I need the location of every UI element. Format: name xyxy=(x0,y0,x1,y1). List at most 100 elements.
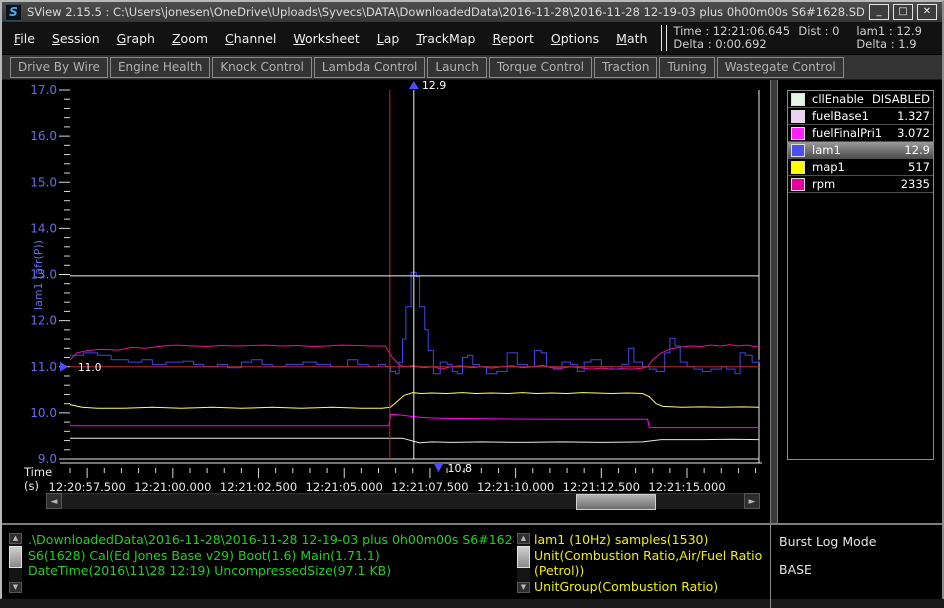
legend-row-fuelFinalPri1[interactable]: fuelFinalPri13.072 xyxy=(788,125,933,142)
svg-text:12:20:57.500: 12:20:57.500 xyxy=(49,480,126,492)
menu-options[interactable]: Options xyxy=(551,31,599,46)
menu-math[interactable]: Math xyxy=(616,31,647,46)
legend-row-map1[interactable]: map1517 xyxy=(788,159,933,176)
cursor-info-panel: Time : 12:21:06.645 Dist : 0 lam1 : 12.9… xyxy=(673,22,942,54)
tab-knock-control[interactable]: Knock Control xyxy=(212,57,312,78)
scroll-up-arrow-icon[interactable]: ▲ xyxy=(9,533,22,544)
tab-engine-health[interactable]: Engine Health xyxy=(110,57,210,78)
scrollbar-thumb[interactable] xyxy=(576,494,656,510)
menu-file[interactable]: File xyxy=(14,31,35,46)
svg-text:12:21:07.500: 12:21:07.500 xyxy=(391,480,468,492)
graph-plot-area[interactable]: 9.010.011.012.013.014.015.016.017.0lam1 … xyxy=(2,80,770,492)
window-title: SView 2.15.5 : C:\Users\jonesen\OneDrive… xyxy=(27,5,864,19)
scrollbar-thumb[interactable] xyxy=(517,546,530,568)
trace-lam1 xyxy=(70,272,759,374)
legend-row-rpm[interactable]: rpm2335 xyxy=(788,176,933,193)
cursor-dist-readout: Dist : 0 xyxy=(798,25,856,38)
worksheet-tab-bar: Drive By WireEngine HealthKnock ControlL… xyxy=(2,55,942,80)
top-cursor-marker-icon xyxy=(409,81,419,89)
svg-text:11.0: 11.0 xyxy=(78,362,101,374)
scroll-down-arrow-icon[interactable]: ▼ xyxy=(517,582,530,593)
menu-session[interactable]: Session xyxy=(52,31,100,46)
scroll-left-arrow-icon[interactable]: ◄ xyxy=(46,493,62,509)
menu-report[interactable]: Report xyxy=(492,31,533,46)
channel-value: DISABLED xyxy=(872,92,930,106)
svg-text:12:21:10.000: 12:21:10.000 xyxy=(477,480,554,492)
legend-row-cllEnable[interactable]: cllEnableDISABLED xyxy=(788,91,933,108)
menu-lap[interactable]: Lap xyxy=(377,31,400,46)
scroll-right-arrow-icon[interactable]: ► xyxy=(744,493,760,509)
bottom-cursor-marker-icon xyxy=(433,463,443,472)
svg-text:12:21:12.500: 12:21:12.500 xyxy=(563,480,640,492)
channel-info-scrollbar: ▲ ▼ xyxy=(517,533,530,593)
channel-name: map1 xyxy=(812,160,908,174)
channel-color-swatch xyxy=(791,93,805,106)
svg-text:10.0: 10.0 xyxy=(30,406,57,420)
trace-rpm xyxy=(70,345,759,370)
panel-splitter[interactable] xyxy=(770,80,778,523)
svg-text:12:21:02.500: 12:21:02.500 xyxy=(220,480,297,492)
left-cursor-marker-icon xyxy=(60,362,68,372)
sview-window: S SView 2.15.5 : C:\Users\jonesen\OneDri… xyxy=(0,0,944,599)
trace-cllEnable xyxy=(70,438,759,443)
tab-launch[interactable]: Launch xyxy=(427,57,486,78)
log-mode-panel: Burst Log Mode BASE xyxy=(770,525,942,608)
svg-text:11.0: 11.0 xyxy=(30,360,57,374)
svg-text:12:21:00.000: 12:21:00.000 xyxy=(134,480,211,492)
chart-horizontal-scrollbar: ◄ ► xyxy=(46,493,760,509)
svg-text:14.0: 14.0 xyxy=(30,221,57,235)
minimize-button[interactable]: _ xyxy=(869,4,889,20)
menu-graph[interactable]: Graph xyxy=(117,31,155,46)
legend-row-fuelBase1[interactable]: fuelBase11.327 xyxy=(788,108,933,125)
svg-text:12.0: 12.0 xyxy=(30,314,57,328)
file-info-panel: ▲ ▼ .\DownloadedData\2016-11-28\2016-11-… xyxy=(2,525,514,599)
channel-value: 1.327 xyxy=(897,109,930,123)
svg-text:(s): (s) xyxy=(24,479,39,492)
menu-bar: File Session Graph Zoom Channel Worksheet Lap T… xyxy=(2,22,942,55)
chart-panel: 9.010.011.012.013.014.015.016.017.0lam1 … xyxy=(2,80,770,523)
svg-text:lam1 (afr(P)): lam1 (afr(P)) xyxy=(32,240,45,310)
close-button[interactable]: ✕ xyxy=(917,4,937,20)
footer-area: ▲ ▼ .\DownloadedData\2016-11-28\2016-11-… xyxy=(2,523,942,599)
channel-info-text: lam1 (10Hz) samples(1530)Unit(Combustion… xyxy=(534,532,768,594)
scrollbar-track[interactable] xyxy=(62,493,744,509)
tab-torque-control[interactable]: Torque Control xyxy=(489,57,592,78)
svg-text:16.0: 16.0 xyxy=(30,129,57,143)
info-line: DateTime(2016\11\28 12:19) UncompressedS… xyxy=(28,563,512,579)
menu-zoom[interactable]: Zoom xyxy=(172,31,208,46)
channel-value: 12.9 xyxy=(904,143,930,157)
channel-value: 2335 xyxy=(901,177,930,191)
channel-info-panel: ▲ ▼ lam1 (10Hz) samples(1530)Unit(Combus… xyxy=(514,525,770,599)
log-mode-title: Burst Log Mode xyxy=(779,534,942,549)
menu-trackmap[interactable]: TrackMap xyxy=(416,31,475,46)
tab-traction[interactable]: Traction xyxy=(594,57,657,78)
tab-lambda-control[interactable]: Lambda Control xyxy=(314,57,426,78)
info-line: Unit(Combustion Ratio,Air/Fuel Ratio xyxy=(534,548,768,564)
menu-separator xyxy=(661,25,667,51)
tab-wastegate-control[interactable]: Wastegate Control xyxy=(717,57,844,78)
info-line: UnitGroup(Combustion Ratio) xyxy=(534,579,768,595)
channel-color-swatch xyxy=(791,161,805,174)
scroll-down-arrow-icon[interactable]: ▼ xyxy=(9,582,22,593)
tab-tuning[interactable]: Tuning xyxy=(659,57,714,78)
maximize-button[interactable]: □ xyxy=(893,4,913,20)
tab-drive-by-wire[interactable]: Drive By Wire xyxy=(10,57,108,78)
scroll-up-arrow-icon[interactable]: ▲ xyxy=(517,533,530,544)
svg-text:15.0: 15.0 xyxy=(30,175,57,189)
legend-row-lam1[interactable]: lam112.9 xyxy=(788,142,933,159)
trace-fuelFinalPri1 xyxy=(70,414,759,427)
info-line: S6(1628) Cal(Ed Jones Base v29) Boot(1.6… xyxy=(28,548,512,564)
channel-color-swatch xyxy=(791,144,805,157)
channel-name: lam1 xyxy=(812,143,904,157)
channel-name: fuelFinalPri1 xyxy=(812,126,897,140)
cursor-delta-value-readout: Delta : 1.9 xyxy=(856,38,916,51)
file-info-text: .\DownloadedData\2016-11-28\2016-11-28 1… xyxy=(28,532,512,579)
channel-color-swatch xyxy=(791,178,805,191)
menu-worksheet[interactable]: Worksheet xyxy=(293,31,359,46)
menu-channel[interactable]: Channel xyxy=(225,31,276,46)
scrollbar-thumb[interactable] xyxy=(9,546,22,568)
main-area: 9.010.011.012.013.014.015.016.017.0lam1 … xyxy=(2,80,942,523)
window-buttons: _ □ ✕ xyxy=(869,4,937,20)
channel-value: 3.072 xyxy=(897,126,930,140)
channel-name: fuelBase1 xyxy=(812,109,897,123)
